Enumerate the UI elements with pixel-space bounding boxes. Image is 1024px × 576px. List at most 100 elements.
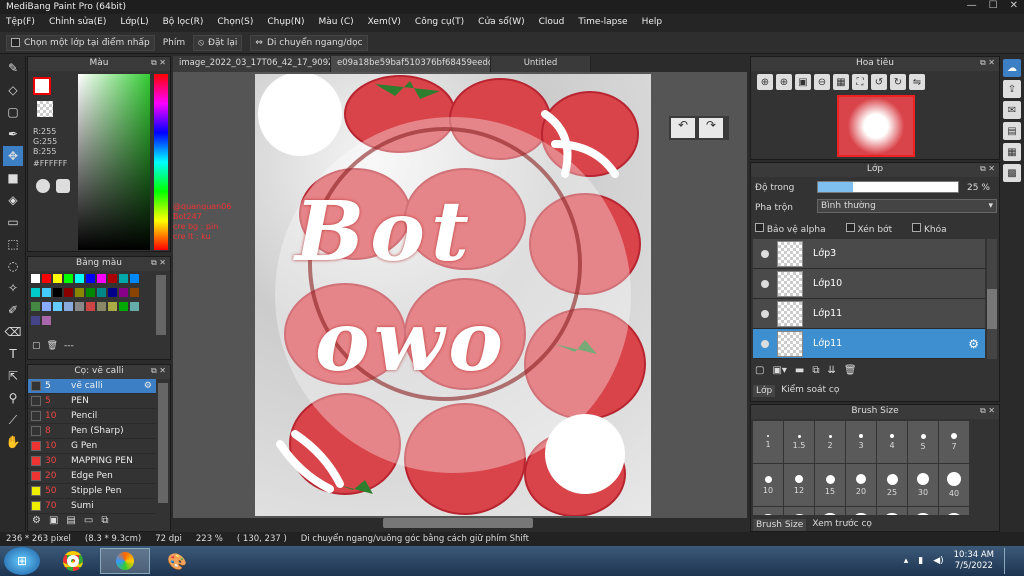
medibang-taskbar-icon[interactable] [100,548,150,574]
palette-swatch[interactable] [108,288,117,297]
tab-image-png[interactable]: image_2022_03_17T06_42_17_909Z.png [173,56,331,72]
pen-divide-icon[interactable]: ⟋ [3,410,23,430]
new-layer-icon[interactable]: ▢ [755,365,764,376]
new-layer-menu-icon[interactable]: ▣▾ [772,365,786,376]
tray-up-icon[interactable]: ▴ [904,556,909,566]
background-color-swatch[interactable] [37,101,53,117]
brush-size-cell[interactable]: 7 [939,421,969,463]
menu-filter[interactable]: Bộ lọc(R) [163,17,204,29]
close-button[interactable]: ✕ [1010,0,1018,11]
brush-item[interactable]: 20 Edge Pen [28,469,156,484]
menu-window[interactable]: Cửa sổ(W) [478,17,524,29]
hue-slider[interactable] [154,74,168,250]
alpha-protect-checkbox[interactable]: Bảo vệ alpha [755,223,826,235]
layer-row[interactable]: Lớp3 [753,239,985,269]
select-pen-icon[interactable]: ✐ [3,300,23,320]
minimize-button[interactable]: — [967,0,977,11]
layer-row[interactable]: Lớp11 ⚙ [753,329,985,359]
canvas-area[interactable]: @quanquan06 Bot247 cre bg : pin cre lt : ku… [173,72,747,518]
palette-swatch[interactable] [108,274,117,283]
document-icon[interactable]: ▤ [1003,122,1021,140]
maximize-button[interactable]: ☐ [989,0,998,11]
brush-tool-icon[interactable]: ✎ [3,58,23,78]
layer-folder-icon[interactable]: ▬ [795,365,804,376]
layer-row[interactable]: Lớp10 [753,269,985,299]
bucket-tool-icon[interactable]: ◈ [3,190,23,210]
palette-swatch[interactable] [119,288,128,297]
navigator-preview[interactable] [837,95,915,157]
brush-size-cell[interactable]: 5 [908,421,938,463]
network-icon[interactable]: ▮ [918,556,923,566]
brush-size-cell[interactable]: 25 [877,464,907,506]
eye-icon[interactable] [761,279,769,288]
tab-brush-size[interactable]: Brush Size [753,519,807,531]
lock-checkbox[interactable]: Khóa [912,223,947,235]
palette-swatch[interactable] [42,302,51,311]
palette-swatch[interactable] [130,288,139,297]
layer-row[interactable]: Lớp11 [753,299,985,329]
redo-icon[interactable]: ↷ [699,118,723,138]
brush-item[interactable]: 10 Pencil [28,409,156,424]
blend-mode-select[interactable]: Bình thường ▾ [817,199,997,213]
fit-window-icon[interactable]: ▦ [833,74,849,90]
brush-size-cell[interactable]: 100 [877,507,907,515]
merge-layer-icon[interactable]: ⇊ [828,365,836,376]
brush-item[interactable]: 30 MAPPING PEN [28,454,156,469]
palette-swatch[interactable] [31,302,40,311]
brush-item[interactable]: 70 Sumi [28,499,156,514]
brush-size-cell[interactable]: 30 [908,464,938,506]
eye-icon[interactable] [761,339,769,348]
palette-swatch[interactable] [31,316,40,325]
add-brush-icon[interactable]: ▣ [49,515,58,526]
opacity-slider[interactable] [817,181,959,193]
brush-settings-icon[interactable]: ⚙ [32,515,41,526]
color-picker-icon[interactable] [56,179,70,193]
duplicate-layer-icon[interactable]: ⧉ [812,365,819,376]
palette-swatch[interactable] [31,288,40,297]
palette-swatch[interactable] [75,302,84,311]
zoom-in-icon[interactable]: ⊕ [757,74,773,90]
brush-size-cell[interactable]: 4 [877,421,907,463]
menu-layer[interactable]: Lớp(L) [120,17,148,29]
show-desktop-button[interactable] [1004,548,1014,574]
brush-folder-icon[interactable]: ▭ [84,515,93,526]
magic-wand-icon[interactable]: ✧ [3,278,23,298]
palette-swatch[interactable] [119,302,128,311]
brush-size-cell[interactable]: 1.5 [784,421,814,463]
brush-size-cell[interactable]: 150 [939,507,969,515]
fullscreen-icon[interactable]: ⛶ [852,74,868,90]
brush-item[interactable]: 8 Pen (Sharp) [28,424,156,439]
brush-size-cell[interactable]: 12 [784,464,814,506]
brush-size-cell[interactable]: 80 [846,507,876,515]
brush-size-cell[interactable]: 50 [753,507,783,515]
operation-tool-icon[interactable]: ⇱ [3,366,23,386]
flip-icon[interactable]: ⇋ [909,74,925,90]
palette-swatch[interactable] [64,288,73,297]
brush-size-cell[interactable]: 40 [939,464,969,506]
cloud-icon[interactable]: ☁ [1003,59,1021,77]
select-tool-icon[interactable]: ⬚ [3,234,23,254]
menu-help[interactable]: Help [642,17,663,29]
move-constraint-button[interactable]: ⇔ Di chuyển ngang/dọc [250,34,368,51]
palette-swatch[interactable] [64,302,73,311]
share-icon[interactable]: ⇪ [1003,80,1021,98]
palette-swatch[interactable] [31,274,40,283]
palette-swatch[interactable] [86,274,95,283]
delete-layer-icon[interactable]: 🗑 [844,365,857,376]
undo-icon[interactable]: ↶ [671,118,695,138]
start-button-icon[interactable]: ⊞ [4,547,40,575]
shape-tool-icon[interactable]: ▢ [3,102,23,122]
tab-layer[interactable]: Lớp [753,385,776,397]
menu-select[interactable]: Chọn(S) [217,17,253,29]
palette-swatch[interactable] [64,274,73,283]
tab-brush-preview[interactable]: Xem trước cọ [812,519,872,531]
eye-icon[interactable] [761,309,769,318]
fill-rect-tool-icon[interactable]: ■ [3,168,23,188]
horizontal-scrollbar[interactable] [173,518,747,530]
brush-item[interactable]: 50 Stipple Pen [28,484,156,499]
zoom-out-icon[interactable]: ⊖ [814,74,830,90]
zoom-fit-icon[interactable]: ▣ [795,74,811,90]
palette-swatch[interactable] [53,288,62,297]
brush-size-cell[interactable]: 2 [815,421,845,463]
move-tool-icon[interactable]: ✥ [3,146,23,166]
